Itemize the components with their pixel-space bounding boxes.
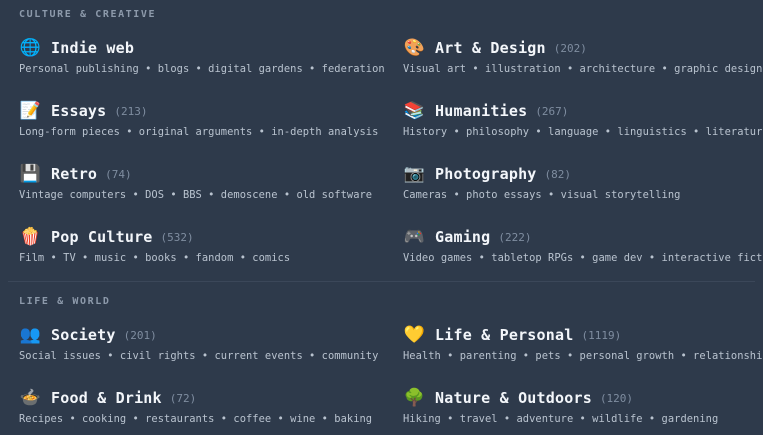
category-retro[interactable]: 💾 Retro (74) Vintage computers • DOS • BBS … bbox=[19, 163, 379, 211]
books-icon: 📚 bbox=[403, 101, 426, 121]
category-name[interactable]: Photography bbox=[435, 165, 537, 183]
category-count: (213) bbox=[114, 104, 148, 118]
category-count: (202) bbox=[553, 41, 587, 55]
category-name[interactable]: Pop Culture bbox=[51, 228, 153, 246]
category-name[interactable]: Gaming bbox=[435, 228, 490, 246]
category-description: Social issues • civil rights • current e… bbox=[19, 350, 379, 362]
category-name[interactable]: Art & Design bbox=[435, 39, 546, 57]
category-header: 🌐 Indie web bbox=[19, 37, 142, 59]
section-title: CULTURE & CREATIVE bbox=[19, 9, 157, 20]
category-description: History • philosophy • language • lingui… bbox=[403, 126, 763, 138]
category-description: Visual art • illustration • architecture… bbox=[403, 63, 763, 75]
category-header: 🍿 Pop Culture (532) bbox=[19, 226, 194, 248]
section-title: LIFE & WORLD bbox=[19, 296, 111, 307]
category-description: Film • TV • music • books • fandom • com… bbox=[19, 252, 291, 264]
category-food-drink[interactable]: 🍲 Food & Drink (72) Recipes • cooking • res… bbox=[19, 387, 379, 435]
category-description: Cameras • photo essays • visual storytel… bbox=[403, 189, 681, 201]
memo-icon: 📝 bbox=[19, 101, 42, 121]
tree-icon: 🌳 bbox=[403, 388, 426, 408]
category-photography[interactable]: 📷 Photography (82) Cameras • photo essays •… bbox=[403, 163, 763, 211]
category-nature-outdoors[interactable]: 🌳 Nature & Outdoors (120) Hiking • travel •… bbox=[403, 387, 763, 435]
food-bowl-icon: 🍲 bbox=[19, 388, 42, 408]
category-art-design[interactable]: 🎨 Art & Design (202) Visual art • illustrat… bbox=[403, 37, 763, 85]
popcorn-icon: 🍿 bbox=[19, 227, 42, 247]
category-header: 💛 Life & Personal (1119) bbox=[403, 324, 621, 346]
category-header: 🎨 Art & Design (202) bbox=[403, 37, 587, 59]
category-count: (201) bbox=[123, 328, 157, 342]
category-pop-culture[interactable]: 🍿 Pop Culture (532) Film • TV • music • boo… bbox=[19, 226, 379, 274]
category-count: (1119) bbox=[581, 328, 622, 342]
category-header: 📷 Photography (82) bbox=[403, 163, 571, 185]
camera-icon: 📷 bbox=[403, 164, 426, 184]
category-description: Hiking • travel • adventure • wildlife •… bbox=[403, 413, 719, 425]
category-header: 📚 Humanities (267) bbox=[403, 100, 569, 122]
category-society[interactable]: 👥 Society (201) Social issues • civil right… bbox=[19, 324, 379, 372]
category-indie-web[interactable]: 🌐 Indie web Personal publishing • blogs • … bbox=[19, 37, 385, 85]
category-name[interactable]: Essays bbox=[51, 102, 106, 120]
category-count: (120) bbox=[599, 391, 634, 405]
category-life-personal[interactable]: 💛 Life & Personal (1119) Health • parenting… bbox=[403, 324, 763, 372]
category-count: (222) bbox=[498, 230, 532, 244]
category-count: (267) bbox=[535, 104, 569, 118]
category-header: 💾 Retro (74) bbox=[19, 163, 132, 185]
gamepad-icon: 🎮 bbox=[403, 227, 426, 247]
category-humanities[interactable]: 📚 Humanities (267) History • philosophy • l… bbox=[403, 100, 763, 148]
category-description: Video games • tabletop RPGs • game dev •… bbox=[403, 252, 763, 264]
globe-icon: 🌐 bbox=[19, 38, 42, 58]
yellow-heart-icon: 💛 bbox=[403, 325, 426, 345]
category-header: 📝 Essays (213) bbox=[19, 100, 148, 122]
category-description: Vintage computers • DOS • BBS • demoscen… bbox=[19, 189, 373, 201]
category-header: 🍲 Food & Drink (72) bbox=[19, 387, 196, 409]
category-name[interactable]: Nature & Outdoors bbox=[435, 389, 592, 407]
category-count: (532) bbox=[160, 230, 194, 244]
category-name[interactable]: Life & Personal bbox=[435, 326, 573, 344]
category-header: 🎮 Gaming (222) bbox=[403, 226, 532, 248]
section-divider bbox=[8, 281, 755, 282]
floppy-disk-icon: 💾 bbox=[19, 164, 42, 184]
palette-icon: 🎨 bbox=[403, 38, 426, 58]
category-count: (72) bbox=[169, 391, 197, 405]
category-count: (82) bbox=[544, 167, 572, 181]
category-count: (74) bbox=[105, 167, 132, 181]
category-description: Long-form pieces • original arguments • … bbox=[19, 126, 379, 138]
category-essays[interactable]: 📝 Essays (213) Long-form pieces • original … bbox=[19, 100, 379, 148]
category-description: Personal publishing • blogs • digital ga… bbox=[19, 63, 385, 75]
category-description: Recipes • cooking • restaurants • coffee… bbox=[19, 413, 373, 425]
category-gaming[interactable]: 🎮 Gaming (222) Video games • tabletop RPGs … bbox=[403, 226, 763, 274]
category-description: Health • parenting • pets • personal gro… bbox=[403, 350, 763, 362]
category-name[interactable]: Humanities bbox=[435, 102, 527, 120]
category-name[interactable]: Food & Drink bbox=[51, 389, 162, 407]
category-name[interactable]: Society bbox=[51, 326, 116, 344]
category-name[interactable]: Indie web bbox=[51, 39, 134, 57]
category-header: 👥 Society (201) bbox=[19, 324, 157, 346]
people-icon: 👥 bbox=[19, 325, 42, 345]
category-header: 🌳 Nature & Outdoors (120) bbox=[403, 387, 633, 409]
category-name[interactable]: Retro bbox=[51, 165, 97, 183]
